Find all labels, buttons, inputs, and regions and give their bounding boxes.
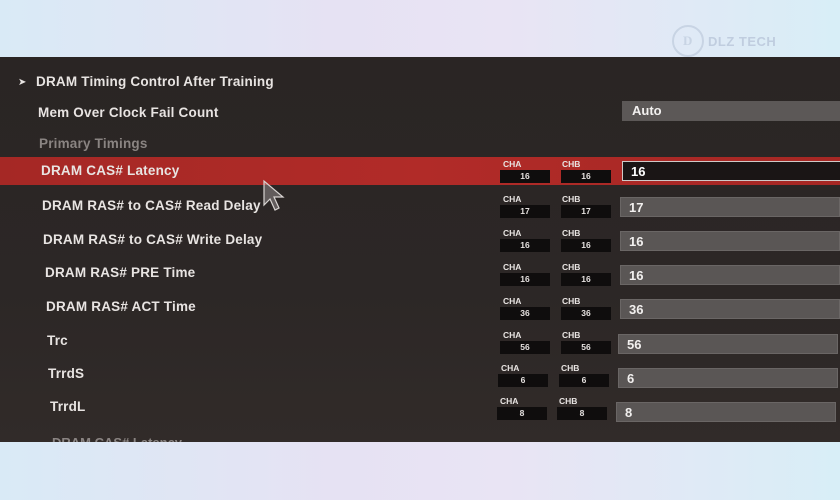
row-label-ras-cas-read[interactable]: DRAM RAS# to CAS# Read Delay bbox=[42, 198, 261, 213]
cha-label: CHA bbox=[503, 228, 522, 238]
cha-label: CHA bbox=[501, 363, 520, 373]
cha-value: 16 bbox=[500, 273, 550, 286]
watermark-logo: D DLZ TECH bbox=[672, 25, 798, 57]
cha-value: 16 bbox=[500, 239, 550, 252]
cha-value: 17 bbox=[500, 205, 550, 218]
watermark-mark: D bbox=[672, 25, 704, 57]
value-field-ras-cas-write[interactable]: 16 bbox=[620, 231, 840, 251]
value-field-ras-cas-read[interactable]: 17 bbox=[620, 197, 840, 217]
chb-value: 56 bbox=[561, 341, 611, 354]
chb-label: CHB bbox=[562, 296, 581, 306]
row-label-trc[interactable]: Trc bbox=[47, 333, 68, 348]
cha-label: CHA bbox=[503, 330, 522, 340]
cha-value: 6 bbox=[498, 374, 548, 387]
chb-label: CHB bbox=[559, 396, 578, 406]
cha-value: 56 bbox=[500, 341, 550, 354]
bios-screen: ➤ DRAM Timing Control After Training Mem… bbox=[0, 57, 840, 442]
chb-value: 17 bbox=[561, 205, 611, 218]
cha-label: CHA bbox=[503, 194, 522, 204]
chb-label: CHB bbox=[561, 363, 580, 373]
value-field-trc[interactable]: 56 bbox=[618, 334, 838, 354]
value-field-ras-pre[interactable]: 16 bbox=[620, 265, 840, 285]
section-title[interactable]: DRAM Timing Control After Training bbox=[36, 74, 274, 89]
cha-value: 16 bbox=[500, 170, 550, 183]
cha-value: 8 bbox=[497, 407, 547, 420]
row-label-ras-pre[interactable]: DRAM RAS# PRE Time bbox=[45, 265, 195, 280]
chb-label: CHB bbox=[562, 159, 581, 169]
chb-label: CHB bbox=[562, 330, 581, 340]
row-label-ras-act[interactable]: DRAM RAS# ACT Time bbox=[46, 299, 196, 314]
watermark-text: DLZ TECH bbox=[708, 33, 777, 49]
mouse-cursor-icon bbox=[263, 179, 285, 211]
chb-label: CHB bbox=[562, 262, 581, 272]
chb-value: 16 bbox=[561, 273, 611, 286]
chb-value: 6 bbox=[559, 374, 609, 387]
chb-label: CHB bbox=[562, 194, 581, 204]
group-label: Primary Timings bbox=[39, 136, 148, 151]
value-field-cas-latency[interactable]: 16 bbox=[622, 161, 840, 181]
cha-label: CHA bbox=[503, 159, 522, 169]
value-field-ras-act[interactable]: 36 bbox=[620, 299, 840, 319]
cha-label: CHA bbox=[503, 262, 522, 272]
chb-label: CHB bbox=[562, 228, 581, 238]
mem-fail-value[interactable]: Auto bbox=[622, 101, 840, 121]
chb-value: 8 bbox=[557, 407, 607, 420]
cha-label: CHA bbox=[503, 296, 522, 306]
cha-value: 36 bbox=[500, 307, 550, 320]
cutoff-row-label[interactable]: DRAM CAS# Latency bbox=[52, 435, 182, 442]
row-label-trrds[interactable]: TrrdS bbox=[48, 366, 84, 381]
row-label-cas-latency[interactable]: DRAM CAS# Latency bbox=[41, 163, 179, 178]
chb-value: 16 bbox=[561, 170, 611, 183]
mem-fail-label[interactable]: Mem Over Clock Fail Count bbox=[38, 105, 219, 120]
row-label-ras-cas-write[interactable]: DRAM RAS# to CAS# Write Delay bbox=[43, 232, 262, 247]
expand-arrow-icon: ➤ bbox=[18, 77, 27, 88]
value-field-trrds[interactable]: 6 bbox=[618, 368, 838, 388]
row-label-trrdl[interactable]: TrrdL bbox=[50, 399, 86, 414]
chb-value: 36 bbox=[561, 307, 611, 320]
chb-value: 16 bbox=[561, 239, 611, 252]
cha-label: CHA bbox=[500, 396, 519, 406]
value-field-trrdl[interactable]: 8 bbox=[616, 402, 836, 422]
